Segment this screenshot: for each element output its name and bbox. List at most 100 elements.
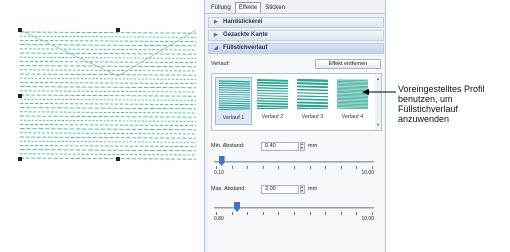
profile-preview-2 xyxy=(257,79,288,109)
stitch-row xyxy=(19,39,197,43)
profile-verlauf-3[interactable]: Verlauf 3 xyxy=(294,77,331,125)
profile-label: Verlauf 2 xyxy=(261,114,284,120)
slider-tick xyxy=(325,212,327,215)
preview-stitch xyxy=(219,93,250,96)
stitch-row xyxy=(19,102,197,106)
preview-stitch xyxy=(219,87,250,89)
fill-stitch-rows xyxy=(19,31,197,160)
slider-tick xyxy=(356,212,358,215)
handle-middle-left[interactable] xyxy=(18,94,22,98)
preview-stitch xyxy=(219,100,250,103)
section-handstickerei-label: Handstickerei xyxy=(223,19,263,25)
slider-tick xyxy=(294,212,295,215)
stitch-row xyxy=(19,157,197,160)
preview-stitch xyxy=(219,104,250,107)
slider-tick xyxy=(294,166,295,169)
preview-stitch xyxy=(257,81,288,85)
scroll-up-icon[interactable]: ▲ xyxy=(376,76,380,81)
slider-tick xyxy=(372,212,373,215)
preview-stitch xyxy=(219,91,250,94)
preview-stitch xyxy=(297,85,328,89)
handle-bottom-center[interactable] xyxy=(116,157,120,161)
preview-stitch xyxy=(219,89,250,92)
gallery-scrollbar[interactable]: ▲ ▼ xyxy=(375,74,381,130)
preview-stitch xyxy=(257,79,288,82)
chevron-right-icon: ▶ xyxy=(214,19,218,25)
max-abstand-slider-thumb[interactable] xyxy=(234,202,241,212)
stitch-row xyxy=(19,136,197,139)
slider-tick xyxy=(262,212,264,215)
preview-stitch xyxy=(257,102,288,105)
scroll-down-icon[interactable]: ▼ xyxy=(376,122,380,127)
chevron-right-icon: ▶ xyxy=(214,32,218,38)
object-properties-panel: Füllung Effekte Sticken ▶ Handstickerei … xyxy=(204,0,386,252)
handle-bottom-left[interactable] xyxy=(18,157,22,161)
slider-track xyxy=(214,161,374,163)
stitch-row xyxy=(19,140,197,143)
remove-effect-button[interactable]: Effekt entfernen xyxy=(315,59,381,69)
section-gezackte-kante[interactable]: ▶ Gezackte Kante xyxy=(208,30,384,41)
preview-stitch xyxy=(219,96,250,98)
stitch-row xyxy=(19,153,197,156)
stitch-row xyxy=(19,123,197,127)
stitch-row xyxy=(19,128,197,131)
slider-tick xyxy=(325,166,327,169)
stitch-row xyxy=(19,65,197,68)
profile-verlauf-2[interactable]: Verlauf 2 xyxy=(254,77,291,125)
profile-preview-1 xyxy=(219,80,250,110)
profile-label: Verlauf 3 xyxy=(301,114,324,120)
stitch-row xyxy=(19,115,197,118)
max-abstand-spinner[interactable] xyxy=(300,184,305,194)
profile-verlauf-4[interactable]: Verlauf 4 xyxy=(334,77,371,125)
stitch-row xyxy=(19,149,197,152)
design-canvas[interactable] xyxy=(0,0,200,252)
stitch-row xyxy=(19,48,197,51)
section-fuellstichverlauf[interactable]: ◢ Füllstichverlauf xyxy=(208,43,384,54)
min-abstand-range-min: 0.10 xyxy=(214,170,224,176)
min-abstand-input[interactable]: 0.40 xyxy=(261,142,299,151)
max-abstand-input[interactable]: 2.00 xyxy=(261,185,299,194)
stitch-row xyxy=(19,35,197,38)
max-abstand-unit: mm xyxy=(308,186,318,192)
stitch-row xyxy=(19,77,197,80)
fuellstichverlauf-body: Verlauf: Effekt entfernen Verlauf 1 Verl… xyxy=(208,56,384,252)
preview-stitch xyxy=(257,100,288,103)
handle-top-center[interactable] xyxy=(116,28,120,32)
stitch-row xyxy=(19,86,197,89)
profile-verlauf-1[interactable]: Verlauf 1 xyxy=(215,77,252,125)
handle-top-left[interactable] xyxy=(18,28,22,32)
slider-tick xyxy=(309,212,311,215)
preview-stitch xyxy=(297,92,328,95)
max-abstand-slider[interactable]: 0.80 10.00 xyxy=(214,202,374,224)
slider-tick xyxy=(231,166,233,169)
preview-stitch xyxy=(257,84,288,87)
slider-tick xyxy=(247,212,249,215)
min-abstand-unit: mm xyxy=(308,143,318,149)
slider-tick xyxy=(216,212,217,215)
stitch-row xyxy=(19,90,197,93)
preview-stitch xyxy=(297,95,328,98)
min-abstand-slider[interactable]: 0.10 10.00 xyxy=(214,156,374,178)
profile-label: Verlauf 1 xyxy=(222,115,245,121)
preview-stitch xyxy=(297,98,328,101)
stitch-row xyxy=(19,98,197,101)
stitch-row xyxy=(19,119,197,122)
preview-stitch xyxy=(257,87,288,90)
preview-stitch xyxy=(219,82,250,85)
slider-tick xyxy=(278,212,280,215)
preview-stitch xyxy=(257,97,288,100)
min-abstand-spinner[interactable] xyxy=(300,141,305,151)
min-abstand-slider-thumb[interactable] xyxy=(218,156,225,166)
slider-tick xyxy=(278,166,280,169)
slider-tick xyxy=(309,166,311,169)
section-handstickerei[interactable]: ▶ Handstickerei xyxy=(208,17,384,28)
tab-divider xyxy=(205,13,385,14)
stitch-row xyxy=(19,94,197,97)
preview-stitch xyxy=(297,82,328,86)
profile-gallery: Verlauf 1 Verlauf 2 Verlauf 3 Verlauf 4 … xyxy=(211,73,382,131)
stitch-row xyxy=(19,31,197,34)
preview-stitch xyxy=(297,101,328,105)
preview-stitch xyxy=(297,79,328,83)
preview-stitch xyxy=(219,106,250,109)
max-abstand-label: Max. Abstand: xyxy=(211,186,246,192)
